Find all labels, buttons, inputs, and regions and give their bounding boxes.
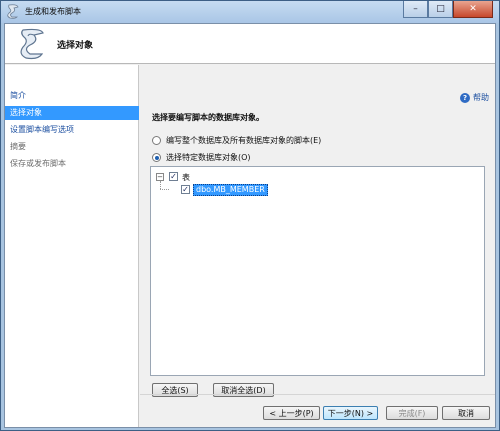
cancel-button[interactable]: 取消 xyxy=(442,406,490,420)
tree-connector xyxy=(160,189,169,190)
sidebar-item-summary: 摘要 xyxy=(10,142,26,151)
next-button[interactable]: 下一步(N) > xyxy=(323,406,378,420)
help-icon: ? xyxy=(460,92,470,103)
maximize-button[interactable]: □ xyxy=(428,1,453,18)
tables-checkbox[interactable]: ✓ xyxy=(169,172,178,181)
title-bar[interactable]: 生成和发布脚本 – □ ✕ xyxy=(1,1,499,23)
object-tree[interactable]: − ✓ 表 ✓ dbo.MB_MEMBER xyxy=(150,166,485,376)
wizard-window: 生成和发布脚本 – □ ✕ 选择对象 简介 选择对象 设置脚本编写选项 摘要 保… xyxy=(0,0,500,431)
radio-button[interactable] xyxy=(152,136,161,145)
tree-node-tables[interactable]: 表 xyxy=(182,172,190,183)
minimize-button[interactable]: – xyxy=(403,1,428,18)
radio-label: 编写整个数据库及所有数据库对象的脚本(E) xyxy=(166,136,322,145)
previous-button[interactable]: < 上一步(P) xyxy=(263,406,320,420)
tree-connector xyxy=(160,181,161,189)
instruction-heading: 选择要编写脚本的数据库对象。 xyxy=(152,113,264,122)
mb-member-checkbox[interactable]: ✓ xyxy=(181,185,190,194)
sidebar-item-scripting-options[interactable]: 设置脚本编写选项 xyxy=(5,123,139,137)
radio-button-selected[interactable] xyxy=(152,153,161,162)
tree-node-mb-member[interactable]: dbo.MB_MEMBER xyxy=(193,184,268,196)
sidebar-item-intro[interactable]: 简介 xyxy=(5,89,139,103)
sidebar-item-choose-objects[interactable]: 选择对象 xyxy=(5,106,139,120)
wizard-header: 选择对象 xyxy=(5,24,495,64)
window-title: 生成和发布脚本 xyxy=(25,7,81,16)
close-button[interactable]: ✕ xyxy=(453,1,493,18)
help-link[interactable]: ? 帮助 xyxy=(460,92,489,103)
wizard-sidebar: 简介 选择对象 设置脚本编写选项 摘要 保存或发布脚本 xyxy=(5,65,139,427)
wizard-client-area: 选择对象 简介 选择对象 设置脚本编写选项 摘要 保存或发布脚本 ? 帮助 选择… xyxy=(4,23,496,428)
finish-button: 完成(F) xyxy=(386,406,438,420)
radio-script-entire-database[interactable]: 编写整个数据库及所有数据库对象的脚本(E) xyxy=(152,135,321,146)
radio-select-specific-objects[interactable]: 选择特定数据库对象(O) xyxy=(152,152,251,163)
sidebar-item-save-or-publish: 保存或发布脚本 xyxy=(10,159,66,168)
footer-divider xyxy=(140,394,495,395)
radio-label: 选择特定数据库对象(O) xyxy=(166,153,251,162)
help-label: 帮助 xyxy=(473,93,489,102)
script-scroll-icon xyxy=(20,28,44,60)
page-title: 选择对象 xyxy=(57,41,94,51)
script-app-icon xyxy=(7,4,19,19)
main-panel: ? 帮助 选择要编写脚本的数据库对象。 编写整个数据库及所有数据库对象的脚本(E… xyxy=(140,65,495,427)
collapse-icon[interactable]: − xyxy=(156,173,164,181)
